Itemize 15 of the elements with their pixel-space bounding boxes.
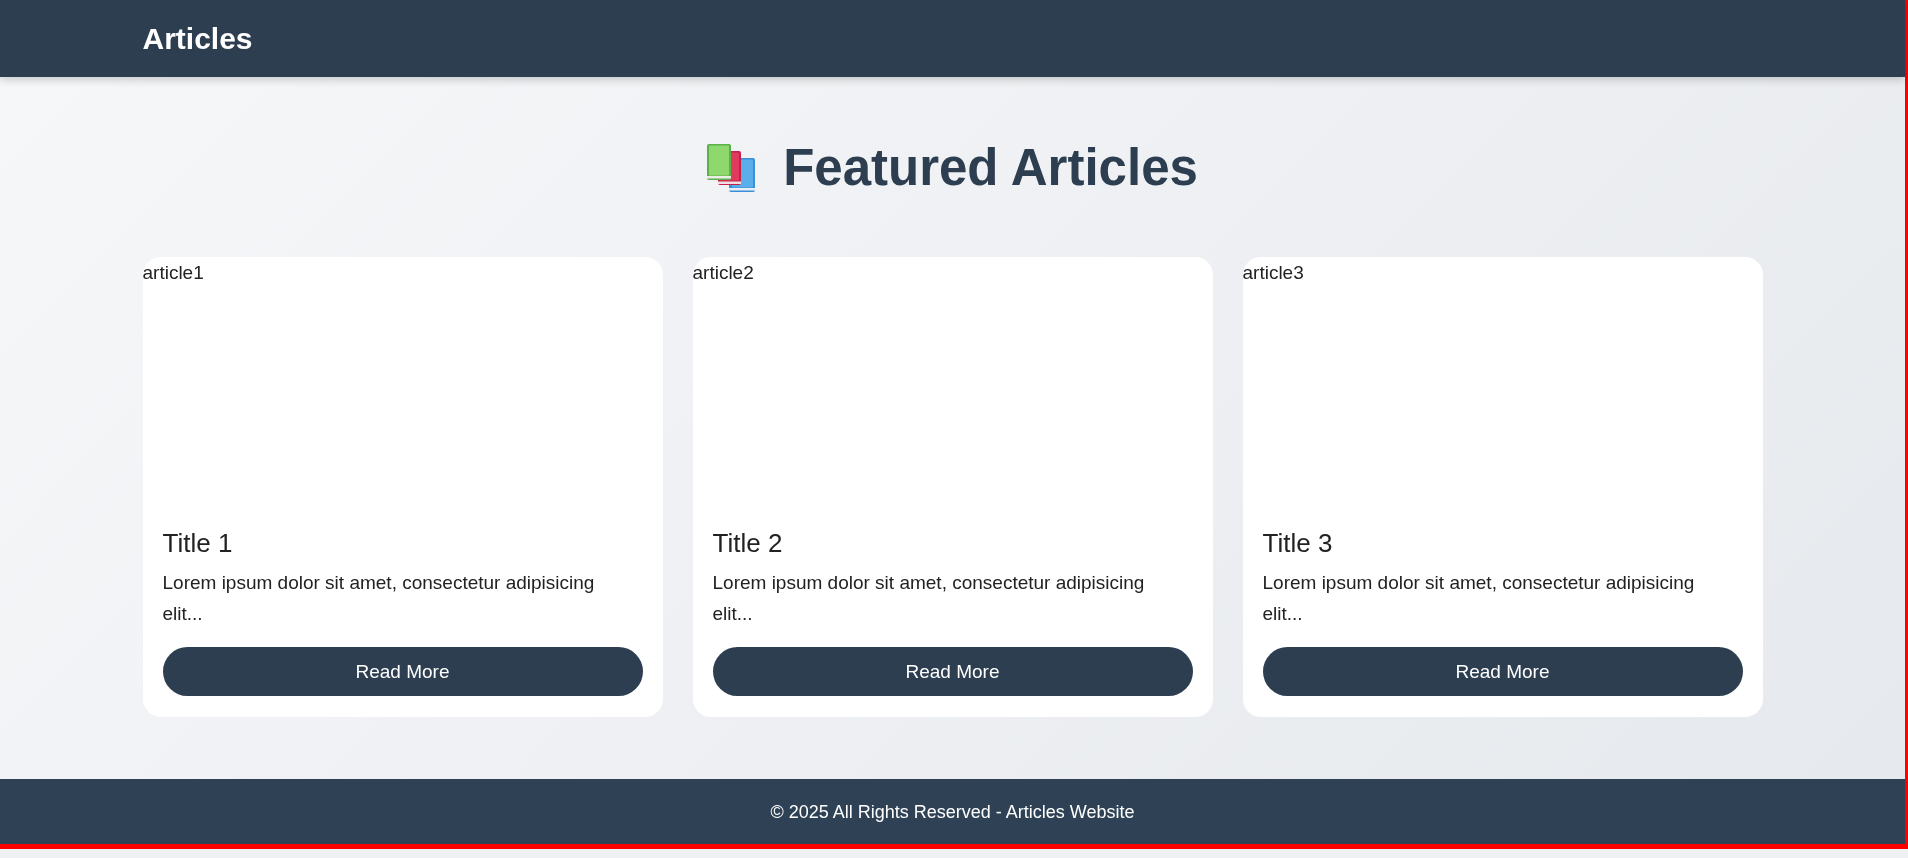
image-alt-text: article3 xyxy=(1242,261,1304,284)
footer-text: © 2025 All Rights Reserved - Articles Website xyxy=(770,800,1135,823)
card-excerpt: Lorem ipsum dolor sit amet, consectetur adipisicing elit... xyxy=(712,571,1146,626)
read-more-button[interactable]: Read More xyxy=(162,647,643,696)
image-alt-text: article1 xyxy=(142,261,204,284)
card-excerpt: Lorem ipsum dolor sit amet, consectetur adipisicing elit... xyxy=(1262,571,1696,626)
section-heading: Featured Articles xyxy=(783,139,1198,197)
card-title: Title 1 xyxy=(162,527,234,559)
read-more-button[interactable]: Read More xyxy=(1262,647,1743,696)
site-title: Articles xyxy=(142,20,253,57)
card-title: Title 2 xyxy=(712,527,784,559)
read-more-button[interactable]: Read More xyxy=(712,647,1193,696)
card-excerpt: Lorem ipsum dolor sit amet, consectetur adipisicing elit... xyxy=(162,571,596,626)
card-title: Title 3 xyxy=(1262,527,1334,559)
image-alt-text: article2 xyxy=(692,261,754,284)
